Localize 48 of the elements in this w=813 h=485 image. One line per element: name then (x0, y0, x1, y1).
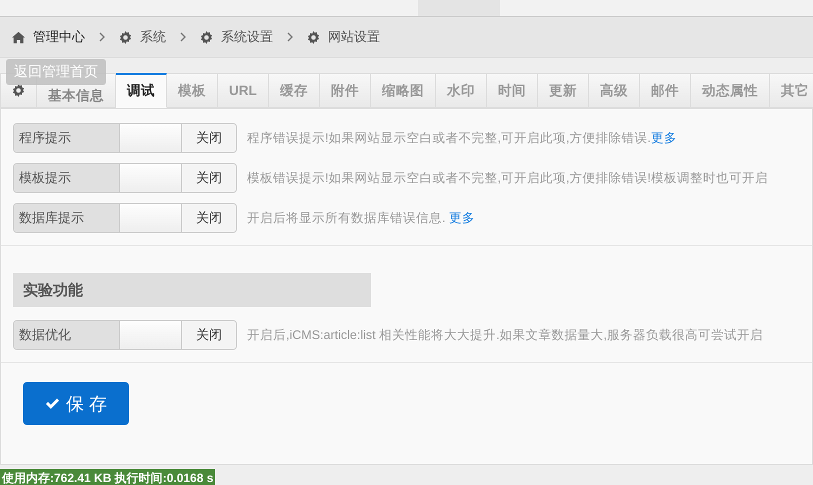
state-label: 关闭 (181, 124, 236, 152)
tab[interactable]: 其它 (770, 73, 813, 108)
setting-label: 模板提示 (14, 164, 119, 192)
tab[interactable]: 邮件 (640, 73, 691, 108)
setting-description: 模板错误提示!如果网站显示空白或者不完整,可开启此项,方便排除错误!模板调整时也可开启 (247, 170, 768, 186)
tab[interactable]: 缓存 (268, 73, 320, 108)
tab[interactable]: 水印 (436, 73, 487, 108)
more-link[interactable]: 更多 (448, 210, 475, 224)
tab[interactable]: 高级 (588, 73, 640, 108)
tab[interactable]: 动态属性 (690, 73, 770, 108)
more-link[interactable]: 更多 (650, 130, 677, 144)
status-badge: 使用内存:762.41 KB 执行时间:0.0168 s (0, 469, 216, 485)
tab[interactable]: 缩略图 (370, 73, 436, 108)
gear-icon (200, 30, 213, 44)
check-icon (44, 396, 60, 411)
toggle-switch[interactable]: 数据库提示 关闭 (13, 203, 237, 233)
gear-icon (12, 84, 25, 97)
tab[interactable]: 模板 (167, 73, 218, 108)
tab[interactable]: 时间 (486, 73, 538, 108)
home-icon (12, 30, 25, 44)
state-label: 关闭 (181, 204, 236, 232)
section-header: 实验功能 (13, 273, 371, 307)
setting-label: 数据优化 (14, 321, 119, 349)
tooltip: 返回管理首页 (6, 59, 106, 85)
state-label: 关闭 (181, 164, 236, 192)
breadcrumb-link[interactable]: 系统设置 (221, 28, 273, 46)
toggle-switch[interactable]: 程序提示 关闭 (13, 123, 237, 153)
toggle-switch[interactable]: 模板提示 关闭 (13, 163, 237, 193)
breadcrumb-link[interactable]: 管理中心 (33, 28, 85, 46)
setting-description: 开启后,iCMS:article:list 相关性能将大大提升.如果文章数据量大,服务器负载很高可尝试开启 (247, 326, 764, 344)
chevron-icon (287, 32, 293, 42)
tab[interactable]: 更新 (538, 73, 589, 108)
state-label: 关闭 (181, 321, 236, 349)
chevron-icon (99, 32, 105, 42)
setting-description: 开启后将显示所有数据库错误信息. 更多 (247, 210, 475, 226)
breadcrumb-link[interactable]: 网站设置 (328, 28, 380, 46)
toggle-switch[interactable]: 数据优化 关闭 (13, 320, 237, 350)
setting-description: 程序错误提示!如果网站显示空白或者不完整,可开启此项,方便排除错误.更多 (247, 130, 677, 146)
tab[interactable]: 附件 (320, 73, 371, 108)
gear-icon (307, 30, 320, 44)
setting-label: 程序提示 (14, 124, 119, 152)
gear-icon (119, 30, 132, 44)
tab[interactable]: 调试 (116, 73, 167, 108)
setting-label: 数据库提示 (14, 204, 119, 232)
save-button[interactable]: 保 存 (23, 382, 129, 425)
chevron-icon (180, 32, 186, 42)
breadcrumb-link[interactable]: 系统 (140, 28, 166, 46)
tab[interactable]: URL (218, 73, 269, 108)
